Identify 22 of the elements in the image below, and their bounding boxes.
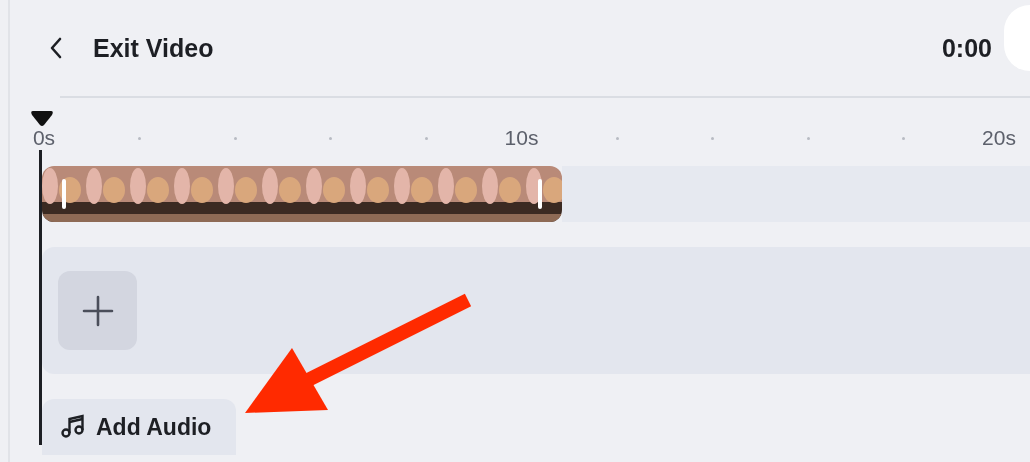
add-button[interactable] <box>58 271 137 350</box>
tick-mark <box>806 136 810 140</box>
playhead-line[interactable] <box>39 150 42 445</box>
tick-mark <box>329 136 332 140</box>
tick-mark <box>138 136 141 140</box>
page-title: Exit Video <box>93 33 215 63</box>
time-label: 0s <box>31 126 57 150</box>
tick-mark <box>711 136 714 140</box>
time-label: 20s <box>981 126 1017 150</box>
trim-handle[interactable] <box>62 179 66 209</box>
tick-mark <box>424 136 428 140</box>
back-button[interactable] <box>48 36 64 60</box>
add-audio-button[interactable]: Add Audio <box>42 399 236 455</box>
tick-mark <box>902 136 905 140</box>
time-display: 0:00 <box>941 33 992 63</box>
tick-mark <box>233 136 237 140</box>
trim-handle[interactable] <box>538 179 542 209</box>
playhead-icon[interactable] <box>30 110 54 128</box>
music-note-icon <box>60 414 86 438</box>
plus-icon <box>81 294 114 327</box>
tick-mark <box>615 136 619 140</box>
time-label: 10s <box>503 126 540 150</box>
